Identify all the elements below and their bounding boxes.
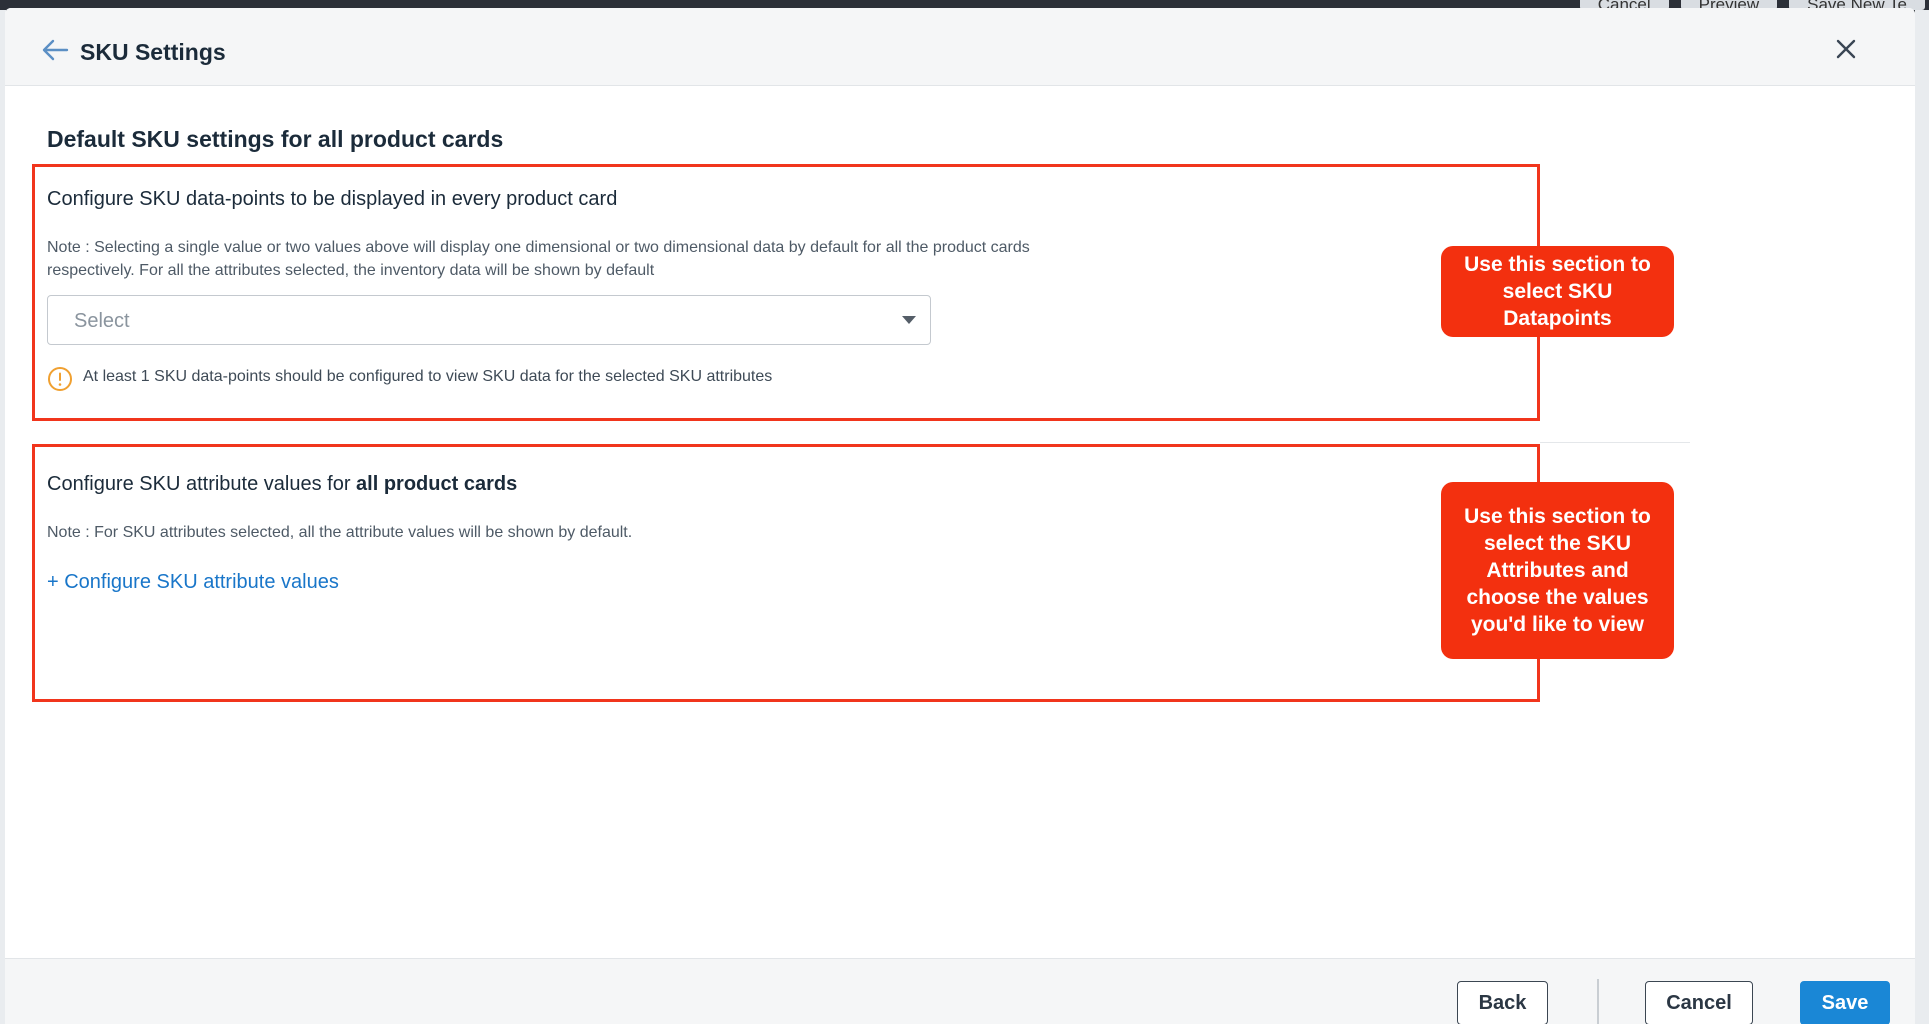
attributes-note: Note : For SKU attributes selected, all … bbox=[47, 524, 633, 541]
footer-separator bbox=[1597, 979, 1599, 1024]
page-heading: Default SKU settings for all product car… bbox=[47, 126, 504, 152]
modal-footer: Back Cancel Save bbox=[5, 958, 1915, 1024]
arrow-left-icon[interactable] bbox=[41, 38, 69, 62]
sku-datapoints-select[interactable]: Select bbox=[47, 295, 931, 345]
close-icon[interactable] bbox=[1831, 34, 1861, 64]
modal-title: SKU Settings bbox=[80, 39, 226, 65]
sku-settings-modal: SKU Settings Default SKU settings for al… bbox=[5, 8, 1915, 1024]
warning-circle-icon bbox=[48, 367, 72, 391]
datapoints-note-line-2: respectively. For all the attributes sel… bbox=[47, 262, 655, 279]
caret-down-icon bbox=[902, 316, 916, 324]
datapoints-section-title: Configure SKU data-points to be displaye… bbox=[47, 188, 618, 210]
modal-header: SKU Settings bbox=[5, 8, 1915, 86]
back-button[interactable]: Back bbox=[1457, 981, 1548, 1024]
section-divider bbox=[1540, 442, 1690, 443]
attributes-title-prefix: Configure SKU attribute values for bbox=[47, 473, 357, 495]
background-right-edge bbox=[1915, 10, 1929, 1024]
save-button[interactable]: Save bbox=[1800, 981, 1890, 1024]
cancel-button[interactable]: Cancel bbox=[1645, 981, 1753, 1024]
attributes-section-title: Configure SKU attribute values for all p… bbox=[47, 473, 517, 496]
datapoints-note-line-1: Note : Selecting a single value or two v… bbox=[47, 239, 1030, 256]
select-placeholder: Select bbox=[74, 310, 130, 332]
datapoints-callout: Use this section to select SKU Datapoint… bbox=[1441, 246, 1674, 337]
attributes-callout: Use this section to select the SKU Attri… bbox=[1441, 482, 1674, 659]
warning-text: At least 1 SKU data-points should be con… bbox=[83, 368, 773, 385]
configure-sku-attribute-values-link[interactable]: + Configure SKU attribute values bbox=[47, 571, 339, 594]
attributes-title-bold: all product cards bbox=[356, 473, 518, 495]
